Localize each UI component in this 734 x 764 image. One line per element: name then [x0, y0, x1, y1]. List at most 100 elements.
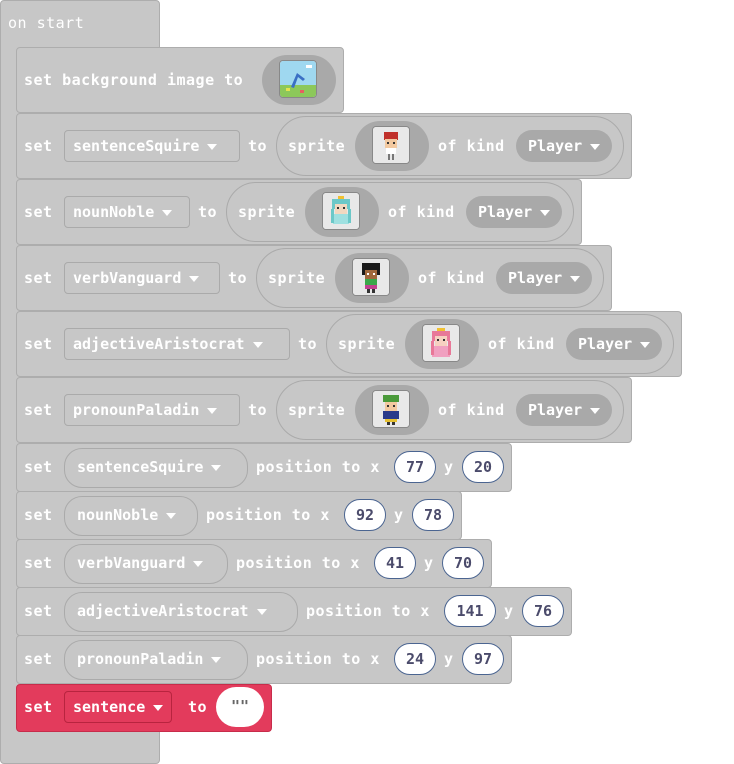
kind-dropdown[interactable]: Player: [516, 130, 613, 162]
sprite-variable-dropdown[interactable]: verbVanguard: [64, 262, 220, 294]
position-to-x-label: position to x: [206, 506, 330, 524]
sprite-label: sprite: [288, 401, 346, 419]
kind-name: Player: [528, 401, 583, 419]
position-variable-dropdown[interactable]: verbVanguard: [64, 544, 228, 584]
set-background-label: set background image to: [24, 71, 244, 89]
x-input[interactable]: 41: [374, 547, 416, 579]
position-variable-dropdown[interactable]: sentenceSquire: [64, 448, 248, 488]
sprite-label: sprite: [238, 203, 296, 221]
y-input[interactable]: 78: [412, 499, 454, 531]
chevron-down-icon: [193, 560, 204, 567]
sentence-string-input[interactable]: "": [216, 687, 264, 727]
y-label: y: [424, 554, 434, 572]
set-label: set: [24, 401, 53, 419]
variable-name: verbVanguard: [73, 269, 182, 287]
chevron-down-icon: [252, 341, 263, 348]
chevron-down-icon: [590, 143, 601, 150]
set-sentence-to-label: to: [188, 698, 208, 716]
sprite-label: sprite: [338, 335, 396, 353]
position-to-x-label: position to x: [256, 650, 380, 668]
variable-name: pronounPaladin: [77, 650, 204, 668]
variable-name: adjectiveAristocrat: [77, 602, 249, 620]
set-label: set: [24, 650, 53, 668]
chevron-down-icon: [640, 341, 651, 348]
sprite-image-slot[interactable]: [305, 187, 379, 237]
sprite-image-slot[interactable]: [405, 319, 479, 369]
variable-name: adjectiveAristocrat: [73, 335, 245, 353]
sprite-label: sprite: [268, 269, 326, 287]
y-input[interactable]: 76: [522, 595, 564, 627]
set-label: set: [24, 335, 53, 353]
sprite-variable-dropdown[interactable]: pronounPaladin: [64, 394, 240, 426]
position-to-x-label: position to x: [236, 554, 360, 572]
chevron-down-icon: [590, 407, 601, 414]
x-input[interactable]: 24: [394, 643, 436, 675]
x-input[interactable]: 92: [344, 499, 386, 531]
kind-dropdown[interactable]: Player: [496, 262, 593, 294]
to-label: to: [228, 269, 248, 287]
sentence-variable-name: sentence: [73, 698, 146, 716]
kind-name: Player: [528, 137, 583, 155]
position-variable-dropdown[interactable]: pronounPaladin: [64, 640, 248, 680]
kind-dropdown[interactable]: Player: [516, 394, 613, 426]
set-label: set: [24, 137, 53, 155]
set-sentence-set-label: set: [24, 698, 53, 716]
chevron-down-icon: [570, 275, 581, 282]
set-label: set: [24, 269, 53, 287]
chevron-down-icon: [162, 209, 173, 216]
kind-dropdown[interactable]: Player: [566, 328, 663, 360]
kind-name: Player: [478, 203, 533, 221]
set-label: set: [24, 554, 53, 572]
variable-name: nounNoble: [73, 203, 155, 221]
on-start-label: on start: [8, 14, 85, 32]
of-kind-label: of kind: [438, 401, 505, 419]
y-input[interactable]: 70: [442, 547, 484, 579]
variable-name: verbVanguard: [77, 554, 186, 572]
y-label: y: [504, 602, 514, 620]
kind-dropdown[interactable]: Player: [466, 196, 563, 228]
sprite-variable-dropdown[interactable]: nounNoble: [64, 196, 190, 228]
y-input[interactable]: 97: [462, 643, 504, 675]
x-input[interactable]: 77: [394, 451, 436, 483]
of-kind-label: of kind: [418, 269, 485, 287]
to-label: to: [198, 203, 218, 221]
position-variable-dropdown[interactable]: adjectiveAristocrat: [64, 592, 298, 632]
y-input[interactable]: 20: [462, 451, 504, 483]
chevron-down-icon: [189, 275, 200, 282]
chevron-down-icon: [207, 407, 218, 414]
background-image-slot[interactable]: [262, 55, 336, 105]
sprite-image-icon: [372, 126, 410, 164]
sentence-variable-dropdown[interactable]: sentence: [64, 691, 173, 723]
chevron-down-icon: [256, 608, 267, 615]
variable-name: sentenceSquire: [73, 137, 200, 155]
sprite-variable-dropdown[interactable]: sentenceSquire: [64, 130, 240, 162]
chevron-down-icon: [211, 656, 222, 663]
sprite-image-slot[interactable]: [355, 385, 429, 435]
sprite-label: sprite: [288, 137, 346, 155]
set-label: set: [24, 602, 53, 620]
to-label: to: [248, 401, 268, 419]
of-kind-label: of kind: [438, 137, 505, 155]
y-label: y: [444, 458, 454, 476]
y-label: y: [444, 650, 454, 668]
kind-name: Player: [578, 335, 633, 353]
x-input[interactable]: 141: [444, 595, 496, 627]
to-label: to: [248, 137, 268, 155]
sprite-image-slot[interactable]: [335, 253, 409, 303]
position-to-x-label: position to x: [256, 458, 380, 476]
to-label: to: [298, 335, 318, 353]
set-label: set: [24, 506, 53, 524]
sprite-variable-dropdown[interactable]: adjectiveAristocrat: [64, 328, 290, 360]
set-label: set: [24, 203, 53, 221]
of-kind-label: of kind: [388, 203, 455, 221]
sprite-image-icon: [372, 390, 410, 428]
sprite-image-slot[interactable]: [355, 121, 429, 171]
chevron-down-icon: [153, 704, 164, 711]
position-variable-dropdown[interactable]: nounNoble: [64, 496, 198, 536]
kind-name: Player: [508, 269, 563, 287]
variable-name: nounNoble: [77, 506, 159, 524]
sprite-image-icon: [422, 324, 460, 362]
y-label: y: [394, 506, 404, 524]
variable-name: pronounPaladin: [73, 401, 200, 419]
sprite-image-icon: [322, 192, 360, 230]
